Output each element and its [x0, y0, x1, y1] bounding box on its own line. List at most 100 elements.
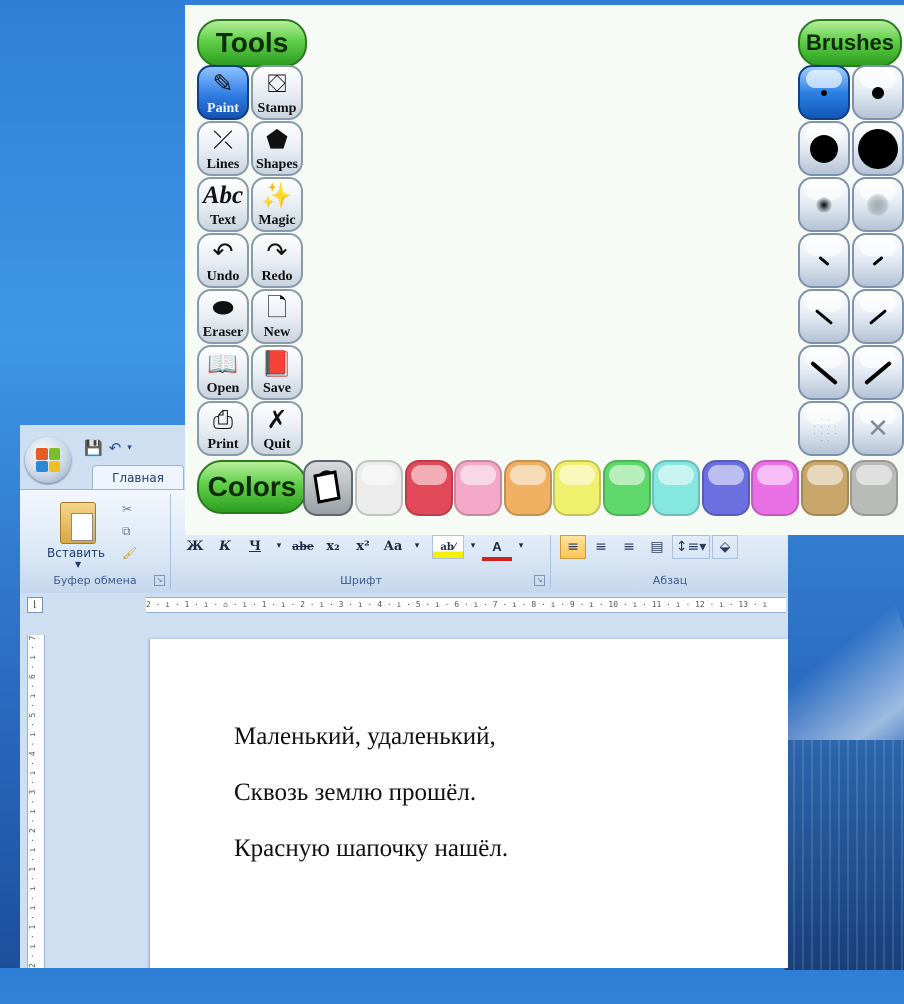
color-swatch[interactable]: [701, 460, 750, 516]
italic-button[interactable]: К: [210, 535, 240, 557]
tool-open-button[interactable]: 📖 Open: [197, 345, 249, 400]
brush-slash-fwd-button[interactable]: [852, 345, 904, 400]
brush-x-thin-button[interactable]: ✕: [852, 401, 904, 456]
paste-dropdown-icon[interactable]: ▼: [75, 560, 81, 569]
color-swatch[interactable]: [751, 460, 799, 516]
justify-icon[interactable]: ▤: [644, 535, 670, 559]
tool-stamp-button[interactable]: ⛋ Stamp: [251, 65, 303, 120]
redo-icon: ↷: [266, 237, 288, 266]
tool-magic-button[interactable]: ✨ Magic: [251, 177, 303, 232]
document-line[interactable]: Сквозь землю прошёл.: [234, 779, 476, 807]
brush-slash-back-button[interactable]: [798, 289, 850, 344]
superscript-button[interactable]: x²: [348, 535, 378, 557]
save-icon[interactable]: 💾: [84, 439, 103, 457]
tool-new-button[interactable]: 🗋 New: [251, 289, 303, 344]
quick-access-toolbar: 💾 ↶ ▾: [84, 439, 132, 457]
brush-dot-icon: [810, 134, 838, 163]
color-swatch[interactable]: [454, 460, 502, 516]
brush-spray-button[interactable]: [798, 401, 850, 456]
line-spacing-icon[interactable]: ↕≡▾: [672, 535, 710, 559]
brush-slash-fwd-button[interactable]: [852, 289, 904, 344]
color-swatch[interactable]: [553, 460, 601, 516]
align-right-icon[interactable]: ≡: [616, 535, 642, 559]
change-case-button[interactable]: Aa: [378, 535, 408, 557]
shapes-icon: ⬟: [266, 125, 288, 154]
font-dialog-launcher[interactable]: ↘: [534, 575, 545, 586]
quit-x-icon: ✗: [266, 405, 288, 434]
document-page[interactable]: Маленький, удаленький, Сквозь землю прош…: [150, 639, 788, 968]
tool-label: Save: [263, 381, 291, 396]
highlight-dropdown-icon[interactable]: ▾: [464, 535, 482, 557]
brush-slash-back-button[interactable]: [798, 233, 850, 288]
document-line[interactable]: Красную шапочку нашёл.: [234, 835, 508, 863]
color-swatch[interactable]: [800, 460, 849, 516]
tool-quit-button[interactable]: ✗ Quit: [251, 401, 303, 456]
color-swatch[interactable]: [355, 460, 403, 516]
tool-eraser-button[interactable]: ⬬ Eraser: [197, 289, 249, 344]
tool-label: Shapes: [255, 157, 299, 172]
fill-bucket-icon[interactable]: [303, 460, 353, 516]
align-center-icon[interactable]: ≡: [588, 535, 614, 559]
tool-print-button[interactable]: ⎙ Print: [197, 401, 249, 456]
color-swatch[interactable]: [602, 460, 651, 516]
brush-slash-back-button[interactable]: [798, 345, 850, 400]
brush-soft-light-button[interactable]: [852, 177, 904, 232]
underline-dropdown-icon[interactable]: ▾: [270, 535, 288, 557]
underline-button[interactable]: Ч: [240, 535, 270, 557]
tool-label: Open: [206, 381, 240, 396]
printer-icon: ⎙: [212, 405, 233, 434]
tab-home[interactable]: Главная: [92, 465, 184, 490]
color-swatch[interactable]: [850, 460, 898, 516]
brush-soft-icon: [866, 193, 890, 216]
magic-wand-icon: ✨: [261, 181, 293, 210]
horizontal-ruler[interactable]: 2 · ı · 1 · ı · ⌂ · ı · 1 · ı · 2 · ı · …: [146, 597, 786, 613]
font-format-row: Ж К Ч ▾ abe x₂ x² Aa ▾ ab⁄ ▾ A ▾: [180, 535, 530, 561]
brush-dot-button[interactable]: [852, 121, 904, 176]
tool-lines-button[interactable]: ⤫ Lines: [197, 121, 249, 176]
font-color-dropdown-icon[interactable]: ▾: [512, 535, 530, 557]
horizontal-ruler-bar: ⌊ 2 · ı · 1 · ı · ⌂ · ı · 1 · ı · 2 · ı …: [20, 593, 788, 615]
paragraph-format-row: ≡ ≡ ≡ ▤ ↕≡▾ ⬙: [560, 535, 738, 559]
document-line[interactable]: Маленький, удаленький,: [234, 723, 496, 751]
copy-icon[interactable]: ⧉: [122, 524, 131, 539]
brush-dot-button[interactable]: [798, 65, 850, 120]
vertical-ruler[interactable]: 2 · ı · 1 · ı · ı · 1 · ı · 2 · ı · 3 · …: [27, 635, 45, 968]
tool-undo-button[interactable]: ↶ Undo: [197, 233, 249, 288]
bold-button[interactable]: Ж: [180, 535, 210, 557]
paste-button-label[interactable]: Вставить: [47, 546, 105, 560]
highlight-color-icon[interactable]: ab⁄: [432, 535, 464, 559]
strikethrough-button[interactable]: abe: [288, 535, 318, 557]
brush-slash-fwd-button[interactable]: [852, 233, 904, 288]
clipboard-dialog-launcher[interactable]: ↘: [154, 575, 165, 586]
paste-clipboard-icon[interactable]: [60, 502, 96, 544]
tool-label: Undo: [206, 269, 240, 284]
color-swatch[interactable]: [503, 460, 552, 516]
office-button[interactable]: [25, 437, 71, 483]
brush-dot-button[interactable]: [852, 65, 904, 120]
clipboard-group-label: Буфер обмена: [53, 574, 137, 587]
cut-icon[interactable]: ✂: [122, 502, 132, 516]
brush-soft-button[interactable]: [798, 177, 850, 232]
align-left-icon[interactable]: ≡: [560, 535, 586, 559]
brush-dot-button[interactable]: [798, 121, 850, 176]
paint-app-window: Tools Brushes ✎ Paint ⛋ Stamp ⤫ Lines ⬟ Shapes A…: [185, 5, 904, 535]
color-swatch[interactable]: [404, 460, 453, 516]
shading-bucket-icon[interactable]: ⬙: [712, 535, 738, 559]
undo-icon[interactable]: ↶: [109, 439, 122, 457]
font-color-icon[interactable]: A: [482, 535, 512, 561]
eraser-icon: ⬬: [212, 293, 234, 322]
brush-slash-icon: [814, 308, 834, 325]
dropdown-chevron-icon[interactable]: ▾: [127, 439, 132, 457]
tab-stop-selector-icon[interactable]: ⌊: [27, 597, 43, 613]
tool-shapes-button[interactable]: ⬟ Shapes: [251, 121, 303, 176]
subscript-button[interactable]: x₂: [318, 535, 348, 557]
tool-save-button[interactable]: 📕 Save: [251, 345, 303, 400]
format-painter-icon[interactable]: 🖌: [122, 546, 137, 560]
tool-redo-button[interactable]: ↷ Redo: [251, 233, 303, 288]
brushes-header: Brushes: [798, 19, 902, 67]
color-swatch[interactable]: [652, 460, 700, 516]
tool-text-button[interactable]: Abc Text: [197, 177, 249, 232]
background-building-pattern: [784, 740, 904, 970]
change-case-dropdown-icon[interactable]: ▾: [408, 535, 426, 557]
tool-paint-button[interactable]: ✎ Paint: [197, 65, 249, 120]
